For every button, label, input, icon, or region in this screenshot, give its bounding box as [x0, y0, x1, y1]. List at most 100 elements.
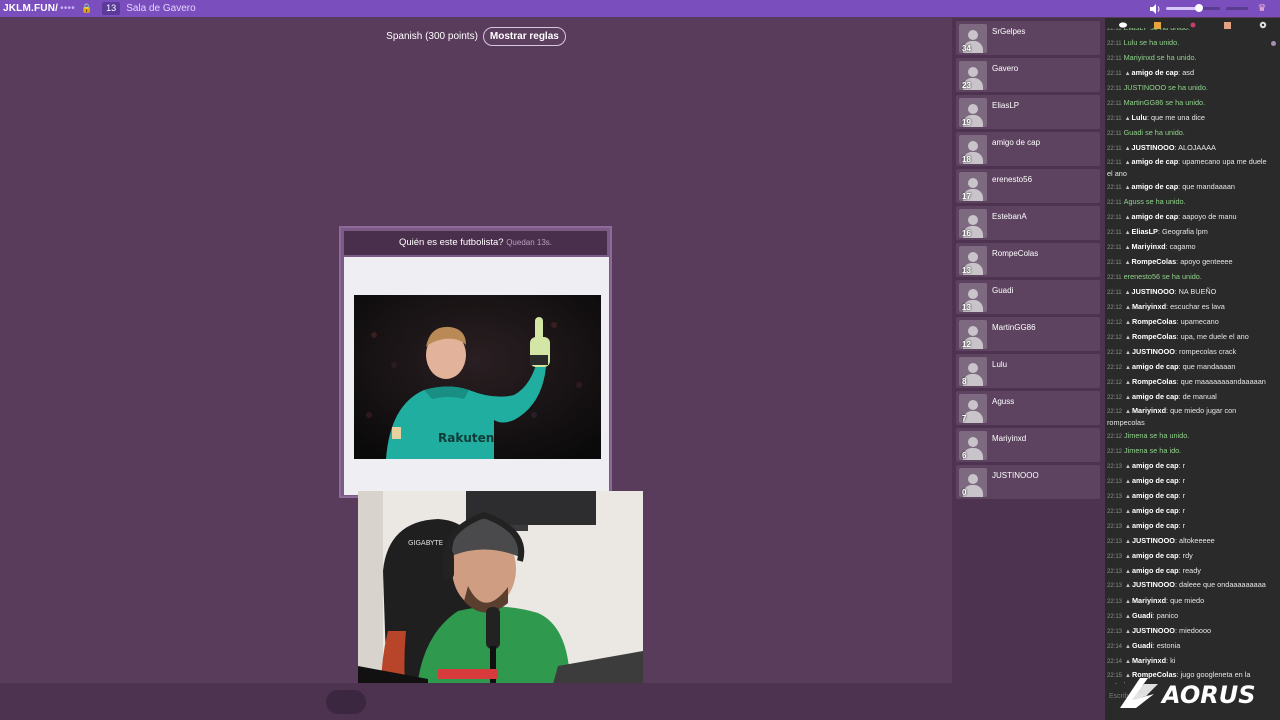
- volume-knob[interactable]: [1195, 4, 1204, 12]
- volume-slider[interactable]: [1166, 4, 1220, 12]
- player-card[interactable]: Guadi 13: [956, 280, 1100, 314]
- player-card[interactable]: amigo de cap 18: [956, 132, 1100, 166]
- message-time: 22:13: [1107, 613, 1123, 620]
- message-user[interactable]: Mariyinxd: [1132, 596, 1166, 605]
- user-icon: ▲: [1124, 290, 1131, 296]
- system-message: 22:12 Jimena se ha ido.: [1107, 444, 1267, 459]
- message-text: cagamo: [1169, 242, 1196, 251]
- message-text: que mandaaaan: [1182, 362, 1236, 371]
- site-url[interactable]: JKLM.FUN/••••: [0, 3, 75, 14]
- message-user[interactable]: amigo de cap: [1132, 551, 1179, 560]
- message-user[interactable]: RompeColas: [1132, 257, 1177, 266]
- message-user[interactable]: RompeColas: [1132, 332, 1177, 341]
- scroll-indicator[interactable]: [1271, 41, 1276, 46]
- chat-message: 22:13 ▲amigo de cap: r: [1107, 474, 1267, 489]
- message-user[interactable]: amigo de cap: [1132, 212, 1179, 221]
- secondary-slider[interactable]: [1226, 7, 1248, 10]
- message-user[interactable]: JUSTINOOO: [1132, 536, 1175, 545]
- message-time: 22:11: [1107, 131, 1122, 137]
- volume-fill: [1166, 7, 1200, 10]
- message-user[interactable]: amigo de cap: [1132, 506, 1179, 515]
- crown-icon[interactable]: ♛: [1254, 0, 1270, 17]
- message-user[interactable]: JUSTINOOO: [1132, 347, 1175, 356]
- player-card[interactable]: RompeColas 13: [956, 243, 1100, 277]
- user-icon: ▲: [1125, 613, 1131, 620]
- message-time: 22:12: [1107, 365, 1123, 371]
- message-user[interactable]: JUSTINOOO: [1132, 143, 1175, 152]
- message-user[interactable]: RompeColas: [1132, 317, 1177, 326]
- player-card[interactable]: Lulu 8: [956, 354, 1100, 388]
- message-user[interactable]: JUSTINOOO: [1132, 626, 1175, 635]
- message-user[interactable]: Mariyinxd: [1132, 406, 1166, 415]
- message-text: escuchar es lava: [1170, 302, 1225, 311]
- user-icon: ▲: [1125, 583, 1131, 589]
- message-user[interactable]: amigo de cap: [1132, 182, 1179, 191]
- message-user[interactable]: JUSTINOOO: [1132, 580, 1175, 589]
- message-text: r: [1182, 506, 1186, 515]
- message-text: Aguss se ha unido.: [1123, 197, 1186, 206]
- message-user[interactable]: amigo de cap: [1132, 362, 1179, 371]
- message-text: de manual: [1182, 392, 1217, 401]
- user-icon: ▲: [1124, 260, 1131, 266]
- message-user[interactable]: Lulu: [1132, 113, 1147, 122]
- message-time: 22:13: [1107, 509, 1123, 515]
- message-user[interactable]: Mariyinxd: [1132, 242, 1166, 251]
- chat-message: 22:12 ▲amigo de cap: que mandaaaan: [1107, 360, 1267, 375]
- player-card[interactable]: JUSTINOOO 0: [956, 465, 1100, 499]
- message-text: aapoyo de manu: [1182, 212, 1237, 221]
- chat-message: 22:13 ▲amigo de cap: r: [1107, 504, 1267, 519]
- chat-message: 22:11 ▲Mariyinxd: cagamo: [1107, 240, 1267, 255]
- player-card[interactable]: Aguss 7: [956, 391, 1100, 425]
- message-user[interactable]: amigo de cap: [1132, 566, 1179, 575]
- user-icon: ▲: [1124, 185, 1131, 191]
- message-user[interactable]: Mariyinxd: [1132, 302, 1166, 311]
- message-user[interactable]: JUSTINOOO: [1132, 287, 1175, 296]
- message-text: altokeeeee: [1179, 536, 1215, 545]
- message-user[interactable]: amigo de cap: [1132, 157, 1179, 166]
- message-user[interactable]: Guadi: [1132, 611, 1153, 620]
- volume-icon[interactable]: [1149, 3, 1161, 14]
- message-user[interactable]: Guadi: [1132, 641, 1153, 650]
- message-user[interactable]: amigo de cap: [1132, 461, 1179, 470]
- message-text: que maaaaaaaandaaaaan: [1180, 377, 1266, 386]
- player-card[interactable]: EstebanA 16: [956, 206, 1100, 240]
- message-time: 22:11: [1107, 290, 1122, 296]
- player-card[interactable]: Gavero 23: [956, 58, 1100, 92]
- player-card[interactable]: SrGelpes 34: [956, 21, 1100, 55]
- message-time: 22:13: [1107, 524, 1123, 530]
- message-text: upa, me duele el ano: [1180, 332, 1249, 341]
- chat-message: 22:11 ▲amigo de cap: asd: [1107, 66, 1267, 81]
- chat-message: 22:13 ▲Mariyinxd: que miedo: [1107, 594, 1267, 609]
- message-user[interactable]: RompeColas: [1132, 377, 1177, 386]
- chat-message: 22:13 ▲JUSTINOOO: daleee que ondaaaaaaaaa: [1107, 579, 1267, 594]
- chat-panel: 22:11SrGelpes se ha unido.22:11RompeCola…: [1105, 18, 1280, 720]
- player-card[interactable]: EliasLP 19: [956, 95, 1100, 129]
- message-time: 22:11: [1107, 260, 1122, 266]
- message-user[interactable]: amigo de cap: [1132, 476, 1179, 485]
- user-icon: ▲: [1125, 539, 1131, 545]
- chat-message: 22:13 ▲amigo de cap: r: [1107, 459, 1267, 474]
- lock-icon[interactable]: 🔒: [81, 3, 92, 14]
- bottom-pill[interactable]: [326, 690, 366, 714]
- player-card[interactable]: Mariyinxd 6: [956, 428, 1100, 462]
- chat-log: 22:11SrGelpes se ha unido.22:11RompeCola…: [1107, 28, 1267, 694]
- message-time: 22:11: [1107, 86, 1122, 92]
- system-message: 22:11 Aguss se ha unido.: [1107, 195, 1267, 210]
- message-user[interactable]: amigo de cap: [1132, 491, 1179, 500]
- message-user[interactable]: amigo de cap: [1132, 521, 1179, 530]
- message-user[interactable]: Mariyinxd: [1132, 656, 1166, 665]
- message-time: 22:12: [1107, 305, 1123, 311]
- show-rules-button[interactable]: Mostrar reglas: [482, 27, 566, 46]
- player-card[interactable]: erenesto56 17: [956, 169, 1100, 203]
- chat-message: 22:11 ▲Lulu: que me una dice: [1107, 111, 1267, 126]
- message-user[interactable]: amigo de cap: [1132, 392, 1179, 401]
- message-user[interactable]: amigo de cap: [1132, 68, 1179, 77]
- message-time: 22:13: [1107, 464, 1123, 470]
- player-card[interactable]: MartinGG86 12: [956, 317, 1100, 351]
- message-text: Geografia lpm: [1161, 227, 1208, 236]
- message-user[interactable]: EliasLP: [1132, 227, 1158, 236]
- message-time: 22:11: [1107, 160, 1122, 166]
- chat-message: 22:11 ▲EliasLP: Geografia lpm: [1107, 225, 1267, 240]
- message-time: 22:11: [1107, 146, 1122, 152]
- player-name: SrGelpes: [992, 27, 1026, 36]
